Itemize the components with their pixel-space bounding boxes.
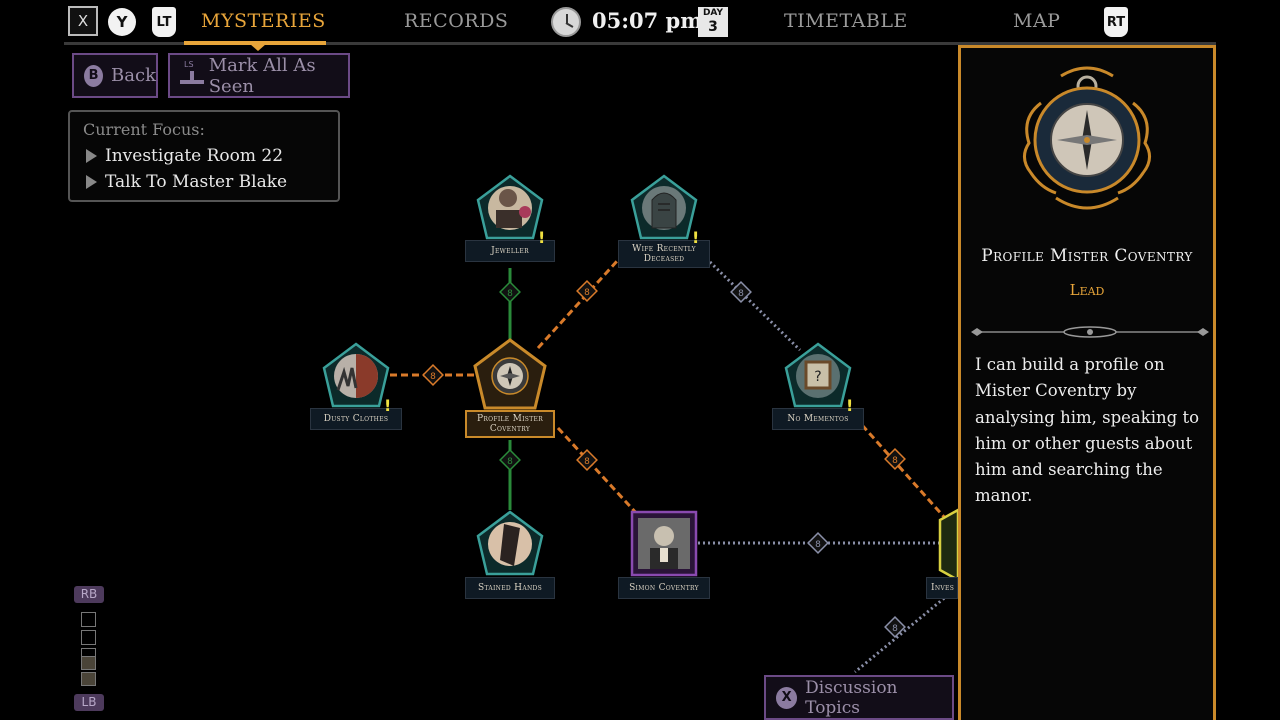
current-focus-title: Current Focus: — [83, 120, 205, 139]
rt-trigger-icon[interactable]: RT — [1104, 7, 1128, 37]
node-no-mementos[interactable]: ? — [784, 342, 852, 408]
link-profile-simon — [556, 426, 640, 517]
lock-icon: 8 — [422, 364, 444, 386]
node-jeweller[interactable] — [476, 174, 544, 240]
day-label: DAY — [702, 8, 724, 18]
node-stained-hands[interactable] — [476, 510, 544, 576]
play-arrow-icon — [86, 149, 97, 163]
lock-icon: 8 — [576, 280, 598, 302]
mark-all-seen-button[interactable]: LS Mark All As Seen — [168, 53, 350, 98]
rb-bumper-icon[interactable]: RB — [74, 586, 104, 603]
link-investigate-bottom — [854, 593, 949, 674]
svg-text:8: 8 — [430, 372, 436, 382]
link-mementos-investigate — [860, 424, 947, 519]
back-button-label: Back — [111, 65, 156, 86]
tab-map[interactable]: MAP — [1013, 10, 1060, 32]
back-button[interactable]: B Back — [72, 53, 158, 98]
new-alert-icon: ! — [384, 396, 392, 415]
clock-icon — [551, 7, 581, 37]
y-button-icon[interactable]: Y — [108, 8, 136, 36]
focus-item[interactable]: Talk To Master Blake — [86, 172, 287, 192]
day-number: 3 — [708, 19, 718, 35]
tab-records[interactable]: RECORDS — [404, 10, 508, 32]
tab-timetable[interactable]: TIMETABLE — [784, 10, 908, 32]
top-nav: X Y LT MYSTERIES RECORDS 05:07 pm DAY 3 … — [64, 0, 1216, 51]
play-arrow-icon — [86, 175, 97, 189]
svg-text:8: 8 — [815, 540, 821, 550]
lock-icon: 8 — [730, 281, 752, 303]
new-alert-icon: ! — [692, 228, 700, 247]
new-alert-icon: ! — [846, 396, 854, 415]
svg-text:8: 8 — [507, 457, 513, 467]
current-focus-panel: Current Focus: Investigate Room 22 Talk … — [68, 110, 340, 202]
focus-item[interactable]: Investigate Room 22 — [86, 146, 283, 166]
node-wife-recently-deceased[interactable] — [630, 174, 698, 240]
node-dusty-clothes[interactable] — [322, 342, 390, 408]
svg-text:?: ? — [814, 369, 821, 385]
node-label-profile: Profile Mister Coventry — [465, 410, 555, 438]
mark-all-seen-label: Mark All As Seen — [208, 54, 316, 97]
letterbox-right — [1216, 0, 1280, 720]
lock-icon: 8 — [807, 532, 829, 554]
tab-mysteries[interactable]: MYSTERIES — [201, 10, 326, 32]
layer-level — [81, 630, 96, 645]
x-button-icon: X — [776, 686, 798, 709]
panel-title: Profile Mister Coventry — [981, 246, 1193, 266]
layer-level-filled — [81, 656, 96, 670]
focus-item-label: Investigate Room 22 — [105, 146, 284, 166]
lt-trigger-icon[interactable]: LT — [152, 7, 176, 37]
node-profile-mister-coventry[interactable] — [473, 338, 547, 410]
day-indicator: DAY 3 — [698, 7, 728, 37]
left-stick-icon: LS — [178, 59, 204, 89]
x-button-icon[interactable]: X — [68, 6, 98, 36]
b-button-icon: B — [84, 64, 104, 87]
new-alert-icon: ! — [538, 228, 546, 247]
svg-text:8: 8 — [507, 289, 513, 299]
panel-subtitle: Lead — [1069, 281, 1105, 299]
node-label-investigate: Inves — [926, 577, 958, 599]
layer-level — [81, 612, 96, 627]
layer-level-filled — [81, 672, 96, 686]
node-investigate[interactable] — [938, 507, 960, 583]
svg-text:8: 8 — [584, 457, 590, 467]
compass-pocketwatch-icon — [1023, 66, 1151, 210]
letterbox-left — [0, 0, 64, 720]
lock-icon: 8 — [499, 281, 521, 303]
svg-text:8: 8 — [892, 456, 898, 466]
lock-icon: 8 — [499, 449, 521, 471]
node-label-simon: Simon Coventry — [618, 577, 710, 599]
link-wife-mementos — [708, 260, 802, 352]
mystery-graph: 8 8 8 8 8 8 8 8 8 ? — [322, 174, 960, 674]
svg-text:8: 8 — [892, 624, 898, 634]
node-simon-coventry[interactable] — [630, 510, 698, 577]
discussion-topics-button[interactable]: X Discussion Topics — [764, 675, 954, 720]
active-tab-arrow-icon — [250, 44, 266, 51]
svg-text:8: 8 — [738, 289, 744, 299]
node-label-stained: Stained Hands — [465, 577, 555, 599]
lb-bumper-icon[interactable]: LB — [74, 694, 104, 711]
panel-description: I can build a profile on Mister Coventry… — [975, 355, 1200, 506]
discussion-topics-label: Discussion Topics — [805, 677, 898, 718]
graph-links — [390, 258, 949, 674]
detail-panel: Profile Mister Coventry Lead I can build… — [958, 45, 1216, 720]
current-time: 05:07 pm — [592, 8, 703, 33]
focus-item-label: Talk To Master Blake — [105, 172, 288, 192]
link-profile-wife — [536, 258, 620, 350]
svg-text:8: 8 — [584, 288, 590, 298]
left-stick-label: LS — [184, 59, 194, 69]
ornament-divider — [971, 326, 1209, 338]
